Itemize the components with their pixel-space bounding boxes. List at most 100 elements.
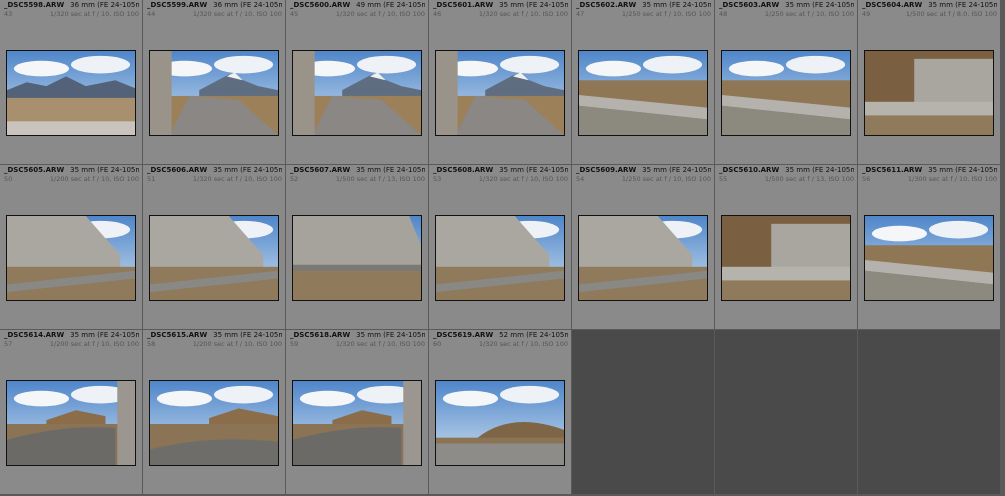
photo-thumbnail[interactable] — [578, 50, 708, 136]
photo-index: 48 — [719, 10, 728, 18]
photo-index: 54 — [576, 175, 585, 183]
lens-info: 35 mm (FE 24-105mm F4 G... — [70, 166, 139, 174]
photo-cell[interactable]: _DSC5614.ARW 35 mm (FE 24-105mm F4 G... … — [0, 330, 142, 494]
photo-index: 60 — [433, 340, 442, 348]
photo-thumbnail[interactable] — [149, 50, 279, 136]
photo-thumbnail[interactable] — [149, 380, 279, 466]
photo-index: 53 — [433, 175, 442, 183]
photo-thumbnail[interactable] — [292, 50, 422, 136]
exposure-info: 1/320 sec at f / 10, ISO 100 — [478, 10, 568, 18]
photo-metadata: _DSC5607.ARW 35 mm (FE 24-105mm F4 G... … — [290, 166, 425, 186]
photo-thumbnail[interactable] — [6, 380, 136, 466]
photo-cell[interactable]: _DSC5600.ARW 49 mm (FE 24-105mm F4... 45… — [286, 0, 428, 164]
lens-info: 35 mm (FE 24-105mm F4 G... — [499, 1, 568, 9]
file-name: _DSC5606.ARW — [147, 166, 208, 174]
file-name: _DSC5615.ARW — [147, 331, 208, 339]
file-name: _DSC5599.ARW — [147, 1, 208, 9]
photo-metadata: _DSC5600.ARW 49 mm (FE 24-105mm F4... 45… — [290, 1, 425, 21]
file-name: _DSC5602.ARW — [576, 1, 637, 9]
exposure-info: 1/250 sec at f / 10, ISO 100 — [621, 10, 711, 18]
file-name: _DSC5605.ARW — [4, 166, 65, 174]
photo-metadata: _DSC5609.ARW 35 mm (FE 24-105mm F4 G... … — [576, 166, 711, 186]
photo-cell[interactable]: _DSC5619.ARW 52 mm (FE 24-105mm F4 G... … — [429, 330, 571, 494]
photo-index: 51 — [147, 175, 156, 183]
photo-metadata: _DSC5610.ARW 35 mm (FE 24-105mm F4 G... … — [719, 166, 854, 186]
lens-info: 36 mm (FE 24-105mm F4... — [213, 1, 282, 9]
photo-cell[interactable]: _DSC5610.ARW 35 mm (FE 24-105mm F4 G... … — [715, 165, 857, 329]
photo-metadata: _DSC5619.ARW 52 mm (FE 24-105mm F4 G... … — [433, 331, 568, 351]
photo-thumbnail[interactable] — [721, 50, 851, 136]
photo-cell[interactable]: _DSC5609.ARW 35 mm (FE 24-105mm F4 G... … — [572, 165, 714, 329]
photo-cell[interactable]: _DSC5611.ARW 35 mm (FE 24-105mm F4 G... … — [858, 165, 1000, 329]
photo-index: 43 — [4, 10, 13, 18]
photo-thumbnail[interactable] — [864, 50, 994, 136]
file-name: _DSC5618.ARW — [290, 331, 351, 339]
photo-thumbnail[interactable] — [292, 215, 422, 301]
photo-thumbnail[interactable] — [578, 215, 708, 301]
photo-metadata: _DSC5608.ARW 35 mm (FE 24-105mm F4 G... … — [433, 166, 568, 186]
photo-thumbnail[interactable] — [435, 380, 565, 466]
photo-index: 46 — [433, 10, 442, 18]
exposure-info: 1/320 sec at f / 10, ISO 100 — [192, 175, 282, 183]
exposure-info: 1/320 sec at f / 10, ISO 100 — [478, 340, 568, 348]
photo-thumbnail[interactable] — [6, 215, 136, 301]
photo-cell[interactable]: _DSC5615.ARW 35 mm (FE 24-105mm F4 G... … — [143, 330, 285, 494]
exposure-info: 1/500 sec at f / 13, ISO 100 — [764, 175, 854, 183]
exposure-info: 1/320 sec at f / 10, ISO 100 — [478, 175, 568, 183]
photo-metadata: _DSC5614.ARW 35 mm (FE 24-105mm F4 G... … — [4, 331, 139, 351]
photo-thumbnail[interactable] — [6, 50, 136, 136]
photo-cell[interactable]: _DSC5603.ARW 35 mm (FE 24-105mm F4 G... … — [715, 0, 857, 164]
photo-metadata: _DSC5598.ARW 36 mm (FE 24-105mm F4... 43… — [4, 1, 139, 21]
lens-info: 35 mm (FE 24-105mm F4 G... — [213, 166, 282, 174]
photo-metadata: _DSC5606.ARW 35 mm (FE 24-105mm F4 G... … — [147, 166, 282, 186]
photo-index: 57 — [4, 340, 13, 348]
photo-metadata: _DSC5604.ARW 35 mm (FE 24-105mm F4 G... … — [862, 1, 997, 21]
photo-index: 52 — [290, 175, 299, 183]
exposure-info: 1/320 sec at f / 10, ISO 100 — [49, 10, 139, 18]
photo-thumbnail[interactable] — [721, 215, 851, 301]
lens-info: 35 mm (FE 24-105mm F4 G... — [213, 331, 282, 339]
exposure-info: 1/250 sec at f / 10, ISO 100 — [621, 175, 711, 183]
photo-metadata: _DSC5611.ARW 35 mm (FE 24-105mm F4 G... … — [862, 166, 997, 186]
exposure-info: 1/320 sec at f / 10, ISO 100 — [335, 10, 425, 18]
photo-thumbnail[interactable] — [435, 215, 565, 301]
lens-info: 35 mm (FE 24-105mm F4 G... — [499, 166, 568, 174]
exposure-info: 1/320 sec at f / 10, ISO 100 — [335, 340, 425, 348]
photo-thumbnail[interactable] — [435, 50, 565, 136]
photo-cell[interactable]: _DSC5598.ARW 36 mm (FE 24-105mm F4... 43… — [0, 0, 142, 164]
photo-index: 47 — [576, 10, 585, 18]
file-name: _DSC5611.ARW — [862, 166, 923, 174]
lens-info: 36 mm (FE 24-105mm F4... — [70, 1, 139, 9]
photo-cell[interactable]: _DSC5604.ARW 35 mm (FE 24-105mm F4 G... … — [858, 0, 1000, 164]
photo-thumbnail[interactable] — [292, 380, 422, 466]
exposure-info: 1/200 sec at f / 10, ISO 100 — [49, 175, 139, 183]
exposure-info: 1/200 sec at f / 10, ISO 100 — [49, 340, 139, 348]
exposure-info: 1/500 sec at f / 13, ISO 100 — [335, 175, 425, 183]
photo-cell[interactable]: _DSC5618.ARW 35 mm (FE 24-105mm F4 G... … — [286, 330, 428, 494]
photo-thumbnail[interactable] — [864, 215, 994, 301]
photo-cell[interactable]: _DSC5607.ARW 35 mm (FE 24-105mm F4 G... … — [286, 165, 428, 329]
file-name: _DSC5609.ARW — [576, 166, 637, 174]
file-name: _DSC5614.ARW — [4, 331, 65, 339]
file-name: _DSC5600.ARW — [290, 1, 351, 9]
lens-info: 35 mm (FE 24-105mm F4 G... — [70, 331, 139, 339]
photo-index: 50 — [4, 175, 13, 183]
photo-cell[interactable]: _DSC5602.ARW 35 mm (FE 24-105mm F4 G... … — [572, 0, 714, 164]
exposure-info: 1/250 sec at f / 10, ISO 100 — [764, 10, 854, 18]
lens-info: 35 mm (FE 24-105mm F4 G... — [642, 166, 711, 174]
lens-info: 52 mm (FE 24-105mm F4 G... — [499, 331, 568, 339]
lens-info: 49 mm (FE 24-105mm F4... — [356, 1, 425, 9]
photo-cell[interactable]: _DSC5608.ARW 35 mm (FE 24-105mm F4 G... … — [429, 165, 571, 329]
photo-cell[interactable]: _DSC5601.ARW 35 mm (FE 24-105mm F4 G... … — [429, 0, 571, 164]
photo-cell[interactable]: _DSC5605.ARW 35 mm (FE 24-105mm F4 G... … — [0, 165, 142, 329]
file-name: _DSC5619.ARW — [433, 331, 494, 339]
photo-thumbnail[interactable] — [149, 215, 279, 301]
exposure-info: 1/320 sec at f / 10, ISO 100 — [192, 10, 282, 18]
filmstrip-grid: _DSC5598.ARW 36 mm (FE 24-105mm F4... 43… — [0, 0, 1005, 496]
photo-index: 45 — [290, 10, 299, 18]
lens-info: 35 mm (FE 24-105mm F4 G... — [642, 1, 711, 9]
lens-info: 35 mm (FE 24-105mm F4 G... — [928, 166, 997, 174]
photo-cell[interactable]: _DSC5606.ARW 35 mm (FE 24-105mm F4 G... … — [143, 165, 285, 329]
photo-cell[interactable]: _DSC5599.ARW 36 mm (FE 24-105mm F4... 44… — [143, 0, 285, 164]
photo-metadata: _DSC5615.ARW 35 mm (FE 24-105mm F4 G... … — [147, 331, 282, 351]
